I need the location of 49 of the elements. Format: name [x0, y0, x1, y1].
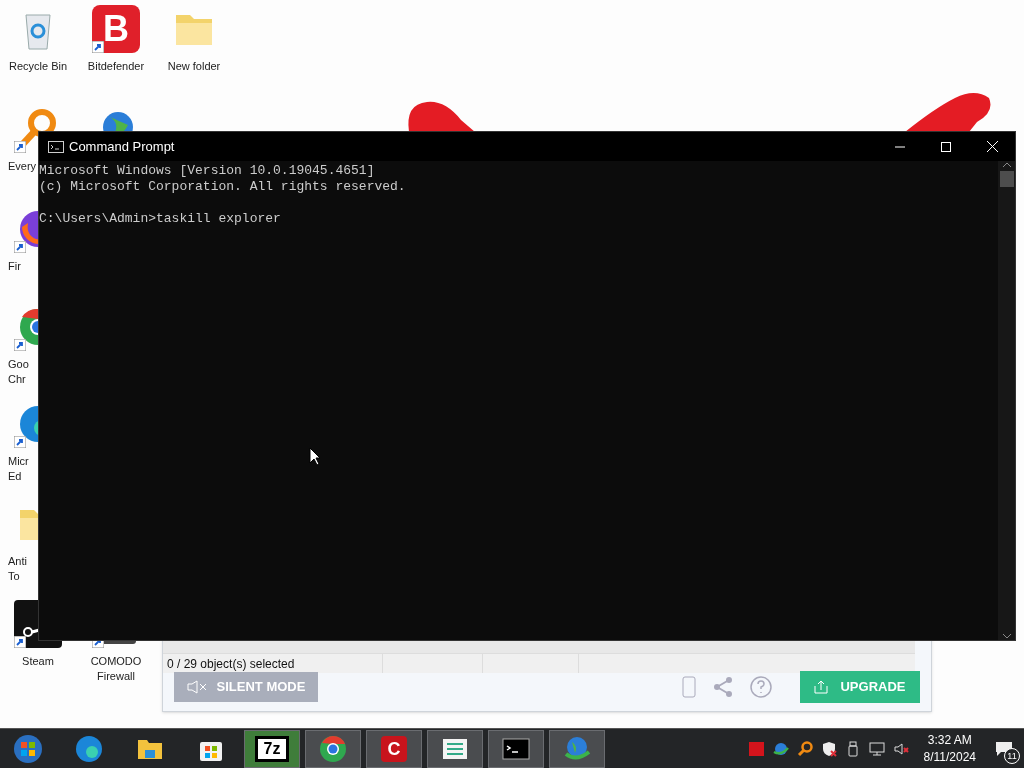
icon-label[interactable]: COMODO Firewall — [78, 654, 154, 684]
time-text: 3:32 AM — [927, 731, 972, 749]
taskbar-button[interactable]: 7z — [244, 729, 300, 768]
icon-label[interactable]: Micr Ed — [8, 454, 29, 484]
icon-label[interactable]: Anti To — [8, 554, 27, 584]
console-output-line: (c) Microsoft Corporation. All rights reserved. — [39, 179, 406, 195]
app-logo: B — [92, 5, 140, 53]
horizontal-scrollbar[interactable] — [163, 641, 915, 653]
shortcut-arrow-icon — [14, 339, 26, 351]
browser-icon — [318, 733, 348, 764]
taskbar-button[interactable]: C — [366, 729, 422, 768]
taskbar-button[interactable] — [427, 729, 483, 768]
icon-label[interactable]: Bitdefender — [78, 59, 154, 74]
mouse-pointer-icon — [309, 447, 321, 466]
magnifier-icon[interactable] — [795, 739, 814, 758]
network-icon[interactable] — [867, 739, 886, 758]
icon-label[interactable]: Steam — [0, 654, 76, 669]
scrollbar[interactable] — [998, 161, 1015, 640]
shortcut-arrow-icon — [14, 636, 26, 648]
icon-label[interactable]: Recycle Bin — [0, 59, 76, 74]
icon-label[interactable]: Goo Chr — [8, 357, 29, 387]
shortcut-arrow-icon — [14, 141, 26, 153]
console-command-line: C:\Users\Admin>taskill explorer — [39, 211, 281, 227]
shortcut-arrow-icon — [92, 41, 104, 53]
upload-icon — [814, 680, 829, 694]
console-icon — [48, 140, 64, 153]
start-orb-icon — [13, 733, 43, 764]
icon-label[interactable]: Fir — [8, 259, 21, 274]
app-logo: 7z — [255, 735, 289, 762]
swirl-icon — [74, 733, 104, 764]
icon-label[interactable]: Every — [8, 159, 37, 174]
notification-button[interactable]: 11 — [984, 729, 1024, 768]
taskbar-button[interactable] — [549, 729, 605, 768]
scroll-down-icon[interactable] — [1001, 632, 1012, 640]
close-icon — [986, 141, 998, 152]
app-logo: C — [381, 735, 407, 762]
shortcut-arrow-icon — [14, 241, 26, 253]
console-output-line: Microsoft Windows [Version 10.0.19045.4651] — [39, 163, 375, 179]
icon-label[interactable]: New folder — [156, 59, 232, 74]
date-text: 8/11/2024 — [923, 748, 976, 766]
clock[interactable]: 3:32 AM 8/11/2024 — [915, 731, 984, 766]
window-title: Command Prompt — [69, 137, 175, 156]
scroll-up-icon[interactable] — [1001, 161, 1012, 169]
app-badge-icon[interactable] — [747, 739, 766, 758]
shortcut-arrow-icon — [14, 436, 26, 448]
speaker-muted-icon — [186, 680, 209, 694]
maximize-icon — [941, 141, 951, 152]
taskbar-button[interactable] — [305, 729, 361, 768]
scrollbar-thumb[interactable] — [999, 171, 1014, 187]
